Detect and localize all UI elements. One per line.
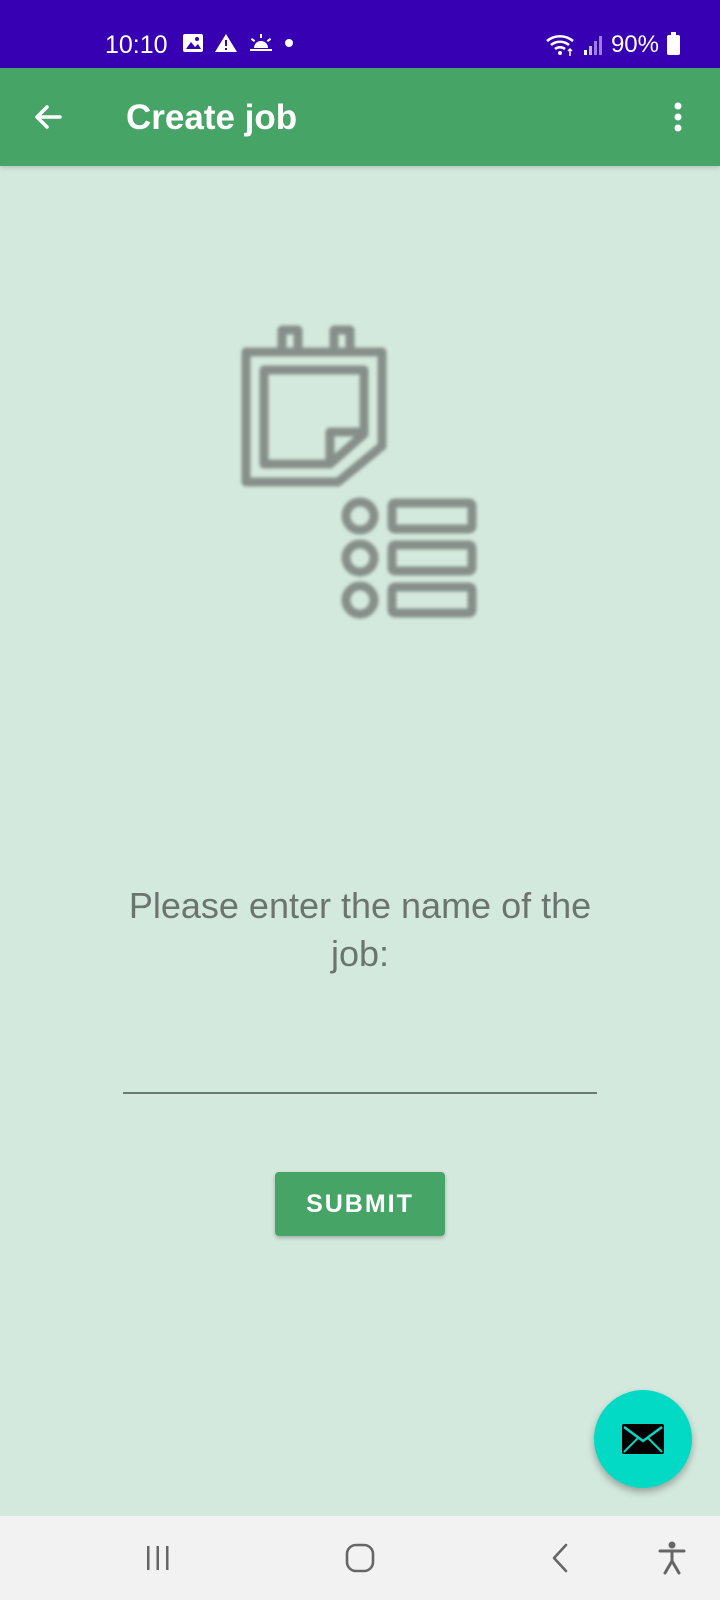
system-nav-bar — [0, 1516, 720, 1600]
home-icon — [345, 1543, 375, 1573]
nav-back-button[interactable] — [538, 1536, 582, 1580]
status-time: 10:10 — [105, 31, 168, 59]
calendar-list-icon — [241, 325, 477, 619]
image-icon — [183, 34, 203, 52]
submit-button[interactable]: SUBMIT — [275, 1172, 445, 1236]
battery-icon — [667, 32, 680, 55]
accessibility-icon — [658, 1541, 686, 1575]
status-bar: 10:10 90% — [0, 0, 720, 68]
wifi-icon — [546, 34, 574, 56]
recent-apps-button[interactable] — [136, 1536, 180, 1580]
back-button[interactable] — [24, 93, 72, 141]
mail-fab-button[interactable] — [594, 1390, 692, 1488]
job-name-input[interactable] — [123, 1022, 597, 1094]
recent-apps-icon — [147, 1546, 169, 1570]
accessibility-button[interactable] — [650, 1536, 694, 1580]
job-name-prompt: Please enter the name of the job: — [128, 885, 592, 974]
mail-icon — [622, 1424, 664, 1454]
sunrise-icon — [250, 34, 272, 51]
app-bar: Create job — [0, 68, 720, 166]
status-icons-right: 90% — [545, 30, 680, 60]
back-icon — [552, 1543, 568, 1573]
battery-percent: 90% — [610, 31, 659, 58]
dot-icon — [285, 39, 293, 47]
status-icons-left — [182, 33, 294, 53]
more-vertical-icon — [674, 102, 682, 132]
page-title: Create job — [126, 98, 298, 137]
signal-icon — [583, 36, 602, 55]
home-button[interactable] — [338, 1536, 382, 1580]
more-options-button[interactable] — [660, 93, 696, 141]
arrow-left-icon — [35, 105, 62, 129]
warning-icon — [215, 34, 237, 52]
